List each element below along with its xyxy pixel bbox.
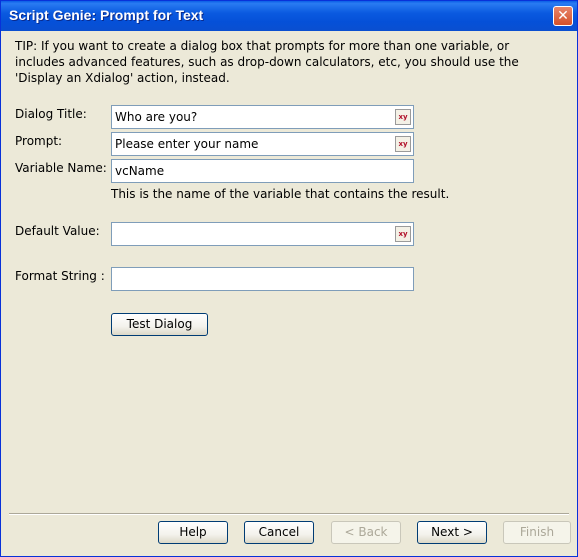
default-value-label: Default Value: xyxy=(15,224,100,238)
variable-name-label: Variable Name: xyxy=(15,161,107,175)
window-title: Script Genie: Prompt for Text xyxy=(9,7,204,23)
help-button-label: Help xyxy=(179,525,207,539)
expression-builder-icon[interactable]: xy xyxy=(395,136,411,152)
dialog-title-value: Who are you? xyxy=(115,110,198,124)
title-bar[interactable]: Script Genie: Prompt for Text ✕ xyxy=(1,1,577,31)
back-button-label: < Back xyxy=(344,525,388,539)
variable-name-field[interactable]: vcName xyxy=(111,159,414,183)
dialog-title-label: Dialog Title: xyxy=(15,107,87,121)
cancel-button-label: Cancel xyxy=(258,525,300,539)
variable-name-value: vcName xyxy=(115,164,165,178)
dialog-title-field[interactable]: Who are you? xy xyxy=(111,105,414,129)
script-genie-dialog: Script Genie: Prompt for Text ✕ TIP: If … xyxy=(0,0,578,557)
variable-name-hint: This is the name of the variable that co… xyxy=(111,187,450,201)
prompt-label: Prompt: xyxy=(15,134,63,148)
close-icon[interactable]: ✕ xyxy=(553,6,573,26)
default-value-field[interactable]: xy xyxy=(111,222,414,246)
footer-separator xyxy=(9,513,569,515)
next-button[interactable]: Next > xyxy=(417,521,487,544)
cancel-button[interactable]: Cancel xyxy=(244,521,314,544)
back-button[interactable]: < Back xyxy=(331,521,401,544)
tip-text: TIP: If you want to create a dialog box … xyxy=(15,39,519,85)
test-dialog-button[interactable]: Test Dialog xyxy=(111,313,208,336)
help-button[interactable]: Help xyxy=(158,521,228,544)
expression-builder-icon[interactable]: xy xyxy=(395,226,411,242)
prompt-field[interactable]: Please enter your name xy xyxy=(111,132,414,156)
finish-button[interactable]: Finish xyxy=(503,521,571,544)
expression-builder-icon[interactable]: xy xyxy=(395,109,411,125)
finish-button-label: Finish xyxy=(519,525,555,539)
format-string-label: Format String : xyxy=(15,269,105,283)
next-button-label: Next > xyxy=(431,525,473,539)
prompt-value: Please enter your name xyxy=(115,137,259,151)
format-string-field[interactable] xyxy=(111,267,414,291)
